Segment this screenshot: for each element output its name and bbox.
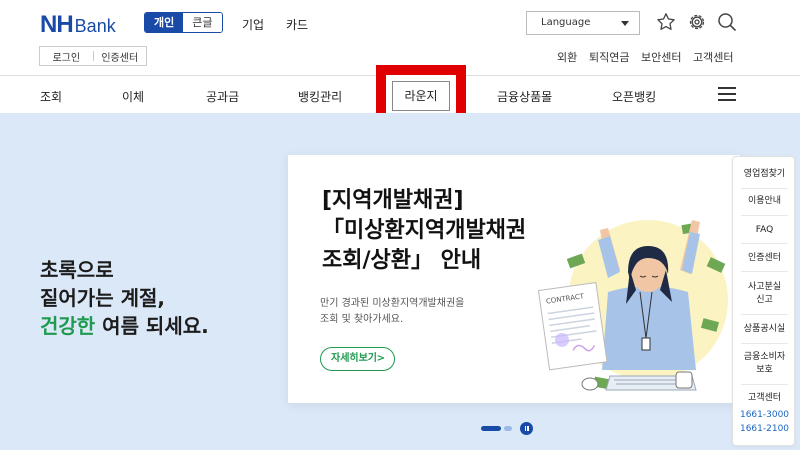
promo-title-line-2: 「미상환지역개발채권 [322, 218, 527, 243]
util-link-forex[interactable]: 외환 [557, 49, 577, 65]
promo-desc-line-1: 만기 경과된 미상환지역개발채권을 [320, 298, 465, 309]
util-link-security[interactable]: 보안센터 [641, 49, 681, 65]
view-details-button[interactable]: 자세히보기 > [320, 347, 395, 371]
quick-divider [741, 188, 788, 189]
slogan-line-3-rest: 여름 되세요. [95, 314, 209, 338]
quick-divider [741, 314, 788, 315]
top-nav-business[interactable]: 기업 [242, 16, 264, 33]
quick-consumer-protection-line-2[interactable]: 보호 [733, 364, 796, 377]
util-link-customer[interactable]: 고객센터 [693, 49, 733, 65]
carousel-indicator [481, 422, 533, 435]
quick-divider [741, 384, 788, 385]
logo-bank-text: Bank [74, 16, 116, 36]
person-with-contract-illustration: CONTRACT [537, 220, 728, 391]
quick-auth-center[interactable]: 인증센터 [733, 252, 796, 265]
segment-large-font[interactable]: 큰글 [183, 13, 222, 32]
carousel-dot-active[interactable] [481, 426, 501, 431]
language-select[interactable]: Language [526, 11, 640, 35]
view-details-label: 자세히보기 [331, 353, 377, 364]
quick-divider [741, 215, 788, 216]
slogan-green-word: 건강한 [40, 314, 96, 338]
nav-transfer[interactable]: 이체 [122, 88, 144, 105]
quick-menu: 영업점찾기 이용안내 FAQ 인증센터 사고분실 신고 상품공시실 금융소비자 … [732, 156, 795, 446]
hamburger-menu-icon[interactable] [718, 87, 736, 101]
segment-personal[interactable]: 개인 [145, 13, 184, 32]
nav-product-mall[interactable]: 금융상품몰 [497, 88, 552, 105]
nh-bank-logo[interactable]: NH Bank [40, 11, 116, 39]
star-icon[interactable] [656, 12, 676, 32]
top-nav-card[interactable]: 카드 [286, 16, 308, 33]
quick-consumer-protection-line-1[interactable]: 금융소비자 [733, 351, 796, 364]
promo-card-title: [지역개발채권] 「미상환지역개발채권 조회/상환」 안내 [322, 186, 526, 276]
carousel-dot[interactable] [504, 426, 512, 431]
promo-desc-line-2: 조회 및 찾아가세요. [320, 314, 404, 325]
search-icon[interactable] [717, 12, 737, 32]
util-link-pension[interactable]: 퇴직연금 [589, 49, 629, 65]
promo-card-description: 만기 경과된 미상환지역개발채권을 조회 및 찾아가세요. [320, 296, 464, 328]
hero-slogan: 초록으로 짙어가는 계절, 건강한 여름 되세요. [40, 256, 209, 340]
chevron-down-icon [621, 21, 629, 26]
nav-utility-bills[interactable]: 공과금 [206, 88, 239, 105]
quick-customer-center[interactable]: 고객센터 [733, 392, 796, 405]
quick-faq[interactable]: FAQ [733, 224, 796, 237]
pause-icon[interactable] [520, 422, 533, 435]
promo-title-line-3: 조회/상환」 안내 [322, 248, 482, 273]
gear-icon[interactable] [687, 12, 707, 32]
logo-nh-text: NH [40, 11, 74, 38]
personal-largefont-toggle[interactable]: 개인 큰글 [144, 12, 223, 33]
quick-divider [741, 243, 788, 244]
promo-title-line-1: [지역개발채권] [322, 188, 464, 213]
quick-loss-report-line-2[interactable]: 신고 [733, 294, 796, 307]
nav-inquiry[interactable]: 조회 [40, 88, 62, 105]
quick-loss-report-line-1[interactable]: 사고분실 [733, 281, 796, 294]
quick-usage-guide[interactable]: 이용안내 [733, 195, 796, 208]
login-link[interactable]: 로그인 [40, 49, 93, 64]
quick-divider [741, 271, 788, 272]
language-label: Language [541, 17, 591, 28]
chevron-right-icon: > [376, 353, 385, 364]
login-auth-box: 로그인 인증센터 [39, 46, 147, 66]
slogan-line-1: 초록으로 [40, 258, 114, 282]
quick-phone-2[interactable]: 1661-2100 [733, 423, 796, 436]
quick-product-disclosure[interactable]: 상품공시실 [733, 323, 796, 336]
slogan-line-3: 건강한 여름 되세요. [40, 312, 209, 340]
quick-phone-1[interactable]: 1661-3000 [733, 409, 796, 422]
auth-center-link[interactable]: 인증센터 [94, 49, 147, 64]
slogan-line-2: 짙어가는 계절, [40, 286, 165, 310]
nav-open-banking[interactable]: 오픈뱅킹 [612, 88, 656, 105]
nav-lounge[interactable]: 라운지 [392, 81, 450, 111]
quick-branch-finder[interactable]: 영업점찾기 [733, 168, 796, 181]
quick-divider [741, 343, 788, 344]
nav-banking-management[interactable]: 뱅킹관리 [298, 88, 342, 105]
